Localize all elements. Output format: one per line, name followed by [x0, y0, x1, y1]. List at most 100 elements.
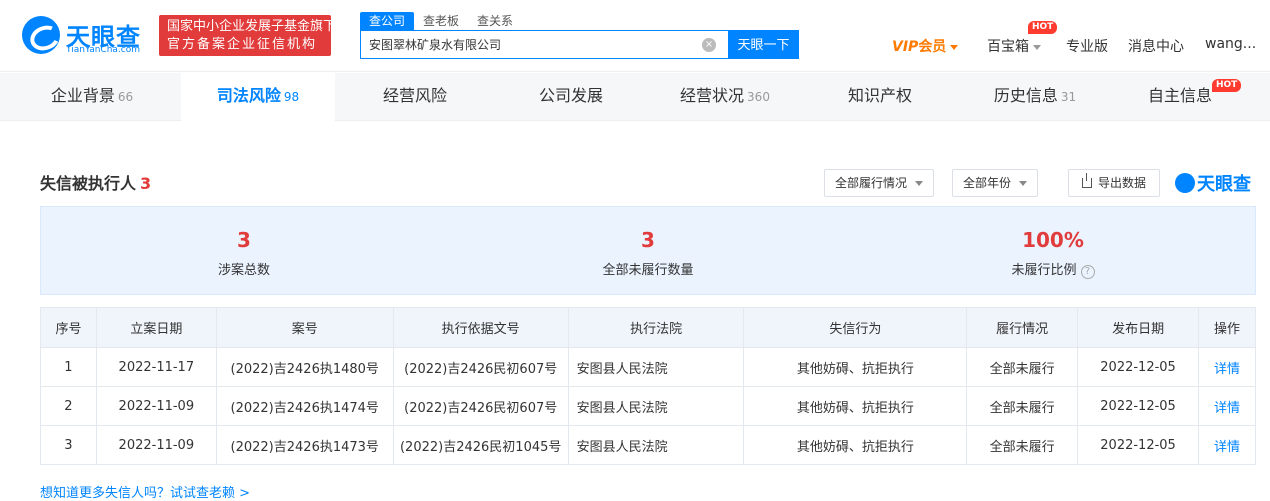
- section-title-text: 失信被执行人: [40, 174, 137, 193]
- cell-court: 安图县人民法院: [567, 425, 745, 465]
- tab-label: 企业背景: [50, 86, 115, 105]
- tab-label: 公司发展: [538, 86, 603, 105]
- section-count: 3: [140, 174, 152, 193]
- help-icon[interactable]: ?: [1080, 265, 1095, 279]
- cell-publish-date: 2022-12-05: [1077, 347, 1200, 387]
- col-header: 失信行为: [743, 307, 968, 348]
- stats-panel: 3 涉案总数 3 全部未履行数量 100% 未履行比例?: [40, 206, 1256, 295]
- stat-value: 3: [641, 228, 655, 252]
- tab-count: 66: [117, 90, 134, 104]
- tab-operating-risk[interactable]: 经营风险: [350, 73, 480, 121]
- stat-unfulfilled: 3 全部未履行数量: [498, 227, 798, 278]
- tab-label: 历史信息: [993, 86, 1058, 105]
- cell-filing-date: 2022-11-17: [95, 347, 217, 387]
- download-icon: [1081, 173, 1092, 188]
- logo[interactable]: 天眼查 TianYanCha.com: [22, 14, 152, 56]
- bottom-tip-link[interactable]: 想知道更多失信人吗？试试查老赖 >: [40, 482, 250, 501]
- dishonest-executee-table: 序号 立案日期 案号 执行依据文号 执行法院 失信行为 履行情况 发布日期 操作…: [40, 307, 1256, 465]
- table-header-row: 序号 立案日期 案号 执行依据文号 执行法院 失信行为 履行情况 发布日期 操作: [40, 307, 1256, 348]
- col-header: 履行情况: [966, 307, 1079, 348]
- slogan-line-1: 国家中小企业发展子基金旗下: [167, 19, 337, 34]
- user-menu[interactable]: wang...: [1205, 36, 1256, 52]
- cell-behavior: 其他妨碍、抗拒执行: [743, 425, 968, 465]
- tab-operating-status[interactable]: 经营状况 360: [670, 73, 780, 121]
- details-link[interactable]: 详情: [1214, 440, 1240, 455]
- col-header: 执行法院: [567, 307, 745, 348]
- tab-company-development[interactable]: 公司发展: [506, 73, 636, 121]
- col-header: 操作: [1198, 307, 1256, 348]
- cell-basis-doc: (2022)吉2426民初607号: [392, 386, 569, 426]
- search-button[interactable]: 天眼一下: [728, 30, 799, 59]
- stat-label: 未履行比例?: [903, 259, 1203, 279]
- top-header: 天眼查 TianYanCha.com 国家中小企业发展子基金旗下 官方备案企业征…: [0, 0, 1270, 72]
- cell-fulfillment: 全部未履行: [966, 386, 1079, 426]
- tab-label: 经营状况: [680, 86, 745, 105]
- tab-count: 360: [747, 90, 770, 104]
- cell-behavior: 其他妨碍、抗拒执行: [743, 386, 968, 426]
- brand-watermark-text: 天眼查: [1197, 174, 1251, 195]
- vip-text: 会员: [918, 39, 947, 55]
- cell-fulfillment: 全部未履行: [966, 347, 1079, 387]
- stat-label: 全部未履行数量: [602, 263, 694, 278]
- stat-ratio: 100% 未履行比例?: [903, 227, 1203, 279]
- chevron-down-icon: [915, 181, 924, 186]
- tab-count: 31: [1060, 90, 1077, 104]
- search-tab-boss[interactable]: 查老板: [414, 12, 468, 30]
- clear-icon[interactable]: ×: [702, 38, 716, 52]
- tab-intellectual-property[interactable]: 知识产权: [820, 73, 940, 121]
- chevron-down-icon: [950, 44, 959, 50]
- chevron-down-icon: [1019, 181, 1028, 186]
- cell-action: 详情: [1198, 425, 1256, 465]
- tab-history[interactable]: 历史信息 31: [985, 73, 1085, 121]
- year-filter[interactable]: 全部年份: [952, 169, 1039, 197]
- search-tab-company[interactable]: 查公司: [360, 12, 415, 30]
- vip-mark: VIP: [892, 39, 919, 55]
- messages-link[interactable]: 消息中心: [1128, 36, 1184, 56]
- hot-badge: HOT: [1028, 21, 1058, 34]
- col-header: 发布日期: [1077, 307, 1200, 348]
- col-header: 立案日期: [95, 307, 217, 348]
- details-link[interactable]: 详情: [1214, 401, 1240, 416]
- stat-label: 涉案总数: [217, 263, 270, 278]
- cell-index: 2: [40, 386, 97, 426]
- table-row: 3 2022-11-09 (2022)吉2426执1473号 (2022)吉24…: [40, 425, 1256, 465]
- fulfillment-filter[interactable]: 全部履行情况: [824, 169, 935, 197]
- logo-icon: [22, 16, 60, 54]
- tab-label: 知识产权: [847, 86, 912, 105]
- tab-count: 98: [283, 90, 300, 104]
- treasure-box-label: 百宝箱: [987, 39, 1029, 55]
- search-input[interactable]: [361, 31, 691, 58]
- search-mode-tabs: 查公司 查老板 查关系: [360, 12, 522, 30]
- stat-total: 3 涉案总数: [94, 227, 394, 278]
- cell-index: 1: [40, 347, 97, 387]
- search-tab-relation[interactable]: 查关系: [468, 12, 522, 30]
- cell-court: 安图县人民法院: [567, 386, 745, 426]
- logo-icon: [1175, 173, 1195, 193]
- table-row: 2 2022-11-09 (2022)吉2426执1474号 (2022)吉24…: [40, 386, 1256, 426]
- export-button[interactable]: 导出数据: [1068, 169, 1160, 197]
- details-link[interactable]: 详情: [1214, 362, 1240, 377]
- tab-company-background[interactable]: 企业背景 66: [22, 73, 162, 121]
- hot-badge: HOT: [1212, 79, 1242, 92]
- tab-label: 自主信息: [1147, 86, 1212, 105]
- stat-label-text: 未履行比例: [1011, 263, 1077, 278]
- tab-judicial-risk[interactable]: 司法风险 98: [181, 73, 335, 121]
- cell-case-number: (2022)吉2426执1474号: [215, 386, 394, 426]
- cell-basis-doc: (2022)吉2426民初1045号: [392, 425, 569, 465]
- col-header: 案号: [215, 307, 394, 348]
- logo-domain: TianYanCha.com: [66, 45, 141, 55]
- col-header: 执行依据文号: [392, 307, 569, 348]
- treasure-box-menu[interactable]: 百宝箱: [987, 36, 1041, 56]
- vip-link[interactable]: VIP会员: [892, 36, 959, 56]
- fulfillment-filter-label: 全部履行情况: [835, 176, 908, 190]
- cell-court: 安图县人民法院: [567, 347, 745, 387]
- cell-case-number: (2022)吉2426执1480号: [215, 347, 394, 387]
- year-filter-label: 全部年份: [963, 176, 1012, 190]
- cell-filing-date: 2022-11-09: [95, 386, 217, 426]
- cell-behavior: 其他妨碍、抗拒执行: [743, 347, 968, 387]
- pro-link[interactable]: 专业版: [1066, 36, 1108, 56]
- cell-fulfillment: 全部未履行: [966, 425, 1079, 465]
- slogan-line-2: 官方备案企业征信机构: [167, 37, 318, 52]
- cell-action: 详情: [1198, 347, 1256, 387]
- stat-value: 100%: [1022, 228, 1084, 252]
